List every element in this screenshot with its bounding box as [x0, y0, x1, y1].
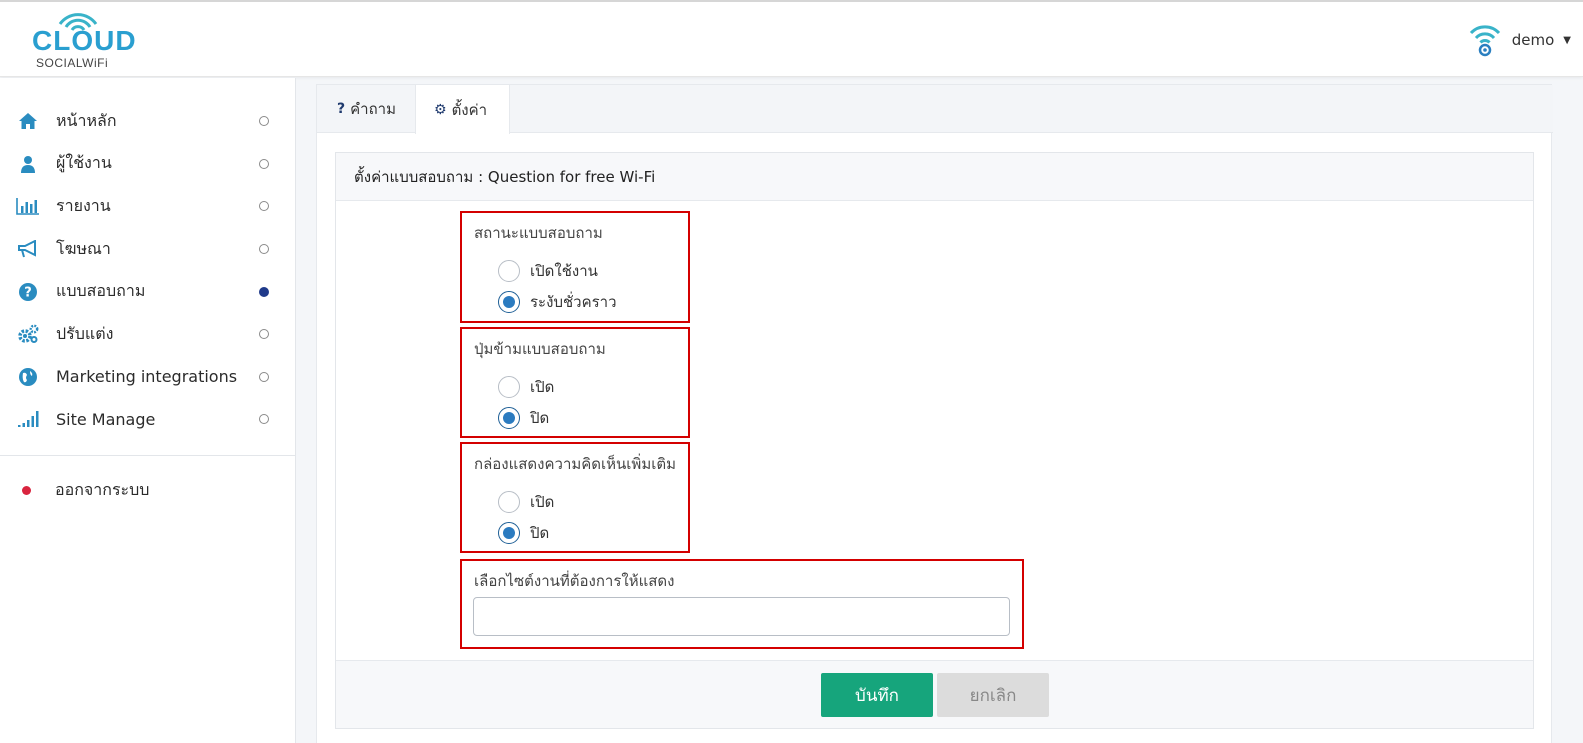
- settings-panel: ตั้งค่าแบบสอบถาม : Question for free Wi-…: [335, 152, 1534, 729]
- brand-name: CLOUD: [32, 25, 137, 56]
- site-select-input[interactable]: [473, 597, 1010, 636]
- status-dot: [259, 201, 269, 212]
- radio-label: ปิด: [530, 409, 550, 427]
- sidebar-item-users[interactable]: ผู้ใช้งาน: [0, 143, 295, 186]
- tab-label: ตั้งค่า: [451, 100, 488, 119]
- group-title: ปุ่มข้ามแบบสอบถาม: [474, 340, 606, 358]
- radio-label: ปิด: [530, 524, 550, 542]
- globe-icon: [16, 367, 40, 387]
- radio-circle[interactable]: [498, 260, 520, 282]
- radio-circle[interactable]: [498, 491, 520, 513]
- sidebar-item-reports[interactable]: รายงาน: [0, 185, 295, 228]
- panel-footer: [336, 660, 1533, 728]
- question-mark-icon: ?: [337, 101, 346, 117]
- chevron-down-icon: ▼: [1563, 34, 1571, 46]
- sidebar-item-survey[interactable]: ? แบบสอบถาม: [0, 270, 295, 313]
- sidebar-nav: หน้าหลัก ผู้ใช้งาน รายงาน โฆษณา ? แบบสอบ…: [0, 78, 295, 441]
- status-suspend-radio[interactable]: ระงับชั่วคราว: [498, 290, 617, 314]
- group-title: สถานะแบบสอบถาม: [474, 224, 603, 242]
- radio-circle-checked[interactable]: [498, 522, 520, 544]
- logout-link[interactable]: ออกจากระบบ: [22, 478, 149, 502]
- save-button[interactable]: บันทึก: [821, 673, 933, 717]
- user-menu[interactable]: demo ▼: [1468, 20, 1571, 60]
- megaphone-icon: [16, 239, 40, 259]
- tab-questions[interactable]: ? คำถาม: [317, 85, 415, 133]
- home-icon: [16, 111, 40, 131]
- radio-circle-checked[interactable]: [498, 291, 520, 313]
- question-circle-icon: ?: [16, 282, 40, 302]
- status-dot: [259, 414, 269, 425]
- sidebar-item-label: แบบสอบถาม: [56, 281, 146, 301]
- brand-logo[interactable]: CLOUD SOCIALWiFi: [30, 10, 136, 70]
- sidebar-item-customize[interactable]: ปรับแต่ง: [0, 313, 295, 356]
- sidebar-item-label: ปรับแต่ง: [56, 323, 114, 343]
- gear-icon: ⚙: [434, 101, 447, 118]
- bar-chart-icon: [16, 196, 40, 216]
- cancel-button[interactable]: ยกเลิก: [937, 673, 1049, 717]
- group-title: กล่องแสดงความคิดเห็นเพิ่มเติม: [474, 455, 676, 473]
- tab-bar: ? คำถาม ⚙ ตั้งค่า: [317, 85, 1553, 134]
- comment-box-group: กล่องแสดงความคิดเห็นเพิ่มเติม เปิด ปิด: [460, 442, 690, 553]
- skip-button-group: ปุ่มข้ามแบบสอบถาม เปิด ปิด: [460, 327, 690, 438]
- brand-subtitle: SOCIALWiFi: [36, 56, 109, 70]
- wifi-icon: [1469, 25, 1500, 57]
- status-enable-radio[interactable]: เปิดใช้งาน: [498, 259, 598, 283]
- sidebar-item-label: หน้าหลัก: [56, 110, 117, 130]
- status-dot: [259, 244, 269, 255]
- radio-label: ระงับชั่วคราว: [530, 293, 617, 311]
- status-dot: [259, 158, 269, 169]
- radio-circle[interactable]: [498, 376, 520, 398]
- gears-icon: [16, 324, 40, 344]
- active-dot: [259, 286, 269, 297]
- radio-label: เปิดใช้งาน: [530, 262, 598, 280]
- survey-status-group: สถานะแบบสอบถาม เปิดใช้งาน ระงับชั่วคราว: [460, 211, 690, 323]
- radio-circle-checked[interactable]: [498, 407, 520, 429]
- sidebar-item-marketing[interactable]: Marketing integrations: [0, 356, 295, 399]
- sidebar-item-label: Marketing integrations: [56, 367, 238, 387]
- skip-on-radio[interactable]: เปิด: [498, 375, 554, 399]
- svg-text:?: ?: [24, 285, 32, 300]
- user-icon: [16, 154, 40, 174]
- status-dot: [259, 329, 269, 340]
- sidebar-item-label: ผู้ใช้งาน: [56, 153, 112, 173]
- comment-off-radio[interactable]: ปิด: [498, 521, 549, 545]
- status-dot: [259, 116, 269, 127]
- radio-label: เปิด: [530, 378, 555, 396]
- sidebar-item-ads[interactable]: โฆษณา: [0, 228, 295, 271]
- tab-label: คำถาม: [350, 100, 396, 118]
- radio-label: เปิด: [530, 493, 555, 511]
- panel-title: ตั้งค่าแบบสอบถาม : Question for free Wi-…: [336, 153, 1533, 201]
- logout-dot-icon: [22, 485, 31, 495]
- logout-label: ออกจากระบบ: [55, 479, 150, 499]
- skip-off-radio[interactable]: ปิด: [498, 406, 549, 430]
- user-name: demo: [1511, 31, 1555, 49]
- top-bar: CLOUD SOCIALWiFi demo ▼: [0, 0, 1583, 77]
- sidebar-item-label: โฆษณา: [56, 238, 111, 258]
- main-content: ? คำถาม ⚙ ตั้งค่า ตั้งค่าแบบสอบถาม : Que…: [316, 84, 1553, 743]
- tab-settings[interactable]: ⚙ ตั้งค่า: [415, 85, 510, 134]
- site-select-group: เลือกไซต์งานที่ต้องการให้แสดง: [460, 559, 1024, 649]
- sidebar-item-label: รายงาน: [56, 195, 111, 215]
- comment-on-radio[interactable]: เปิด: [498, 490, 554, 514]
- sidebar-item-label: Site Manage: [56, 409, 156, 429]
- sidebar-divider: [0, 455, 296, 456]
- sidebar: หน้าหลัก ผู้ใช้งาน รายงาน โฆษณา ? แบบสอบ…: [0, 78, 296, 743]
- sidebar-item-site-manage[interactable]: Site Manage: [0, 398, 295, 441]
- group-title: เลือกไซต์งานที่ต้องการให้แสดง: [474, 572, 675, 590]
- status-dot: [259, 371, 269, 382]
- sidebar-item-home[interactable]: หน้าหลัก: [0, 100, 295, 143]
- signal-bars-icon: [16, 409, 40, 429]
